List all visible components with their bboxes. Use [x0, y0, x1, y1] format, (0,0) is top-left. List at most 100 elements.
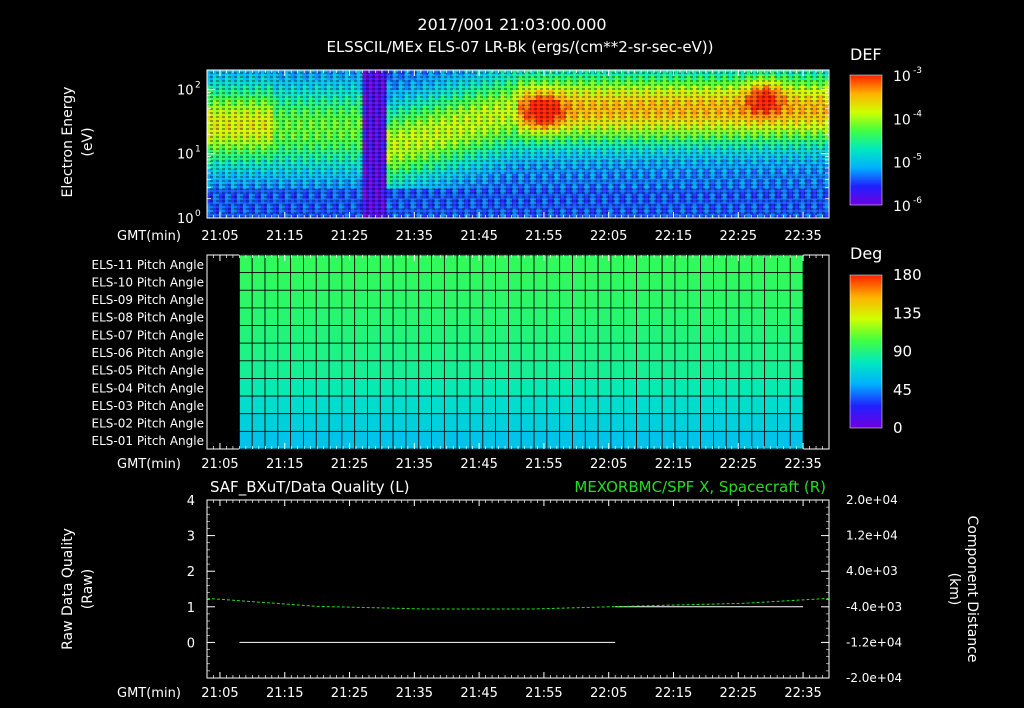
distance-series-line — [206, 597, 830, 610]
pitch-angle-cell — [431, 413, 445, 432]
pitch-angle-cell — [315, 395, 330, 415]
pitch-angle-cell — [777, 395, 791, 415]
pitch-angle-cell — [290, 254, 304, 274]
pitch-angle-row-label: ELS-06 Pitch Angle — [92, 346, 204, 360]
quality-axis-unit: (Raw) — [80, 569, 96, 609]
plot-title: 2017/001 21:03:00.000 — [417, 15, 606, 34]
pitch-angle-cell — [520, 325, 535, 344]
pitch-angle-cell — [367, 430, 381, 450]
pitch-angle-cell — [469, 430, 484, 450]
pitch-angle-cell — [264, 342, 279, 362]
pitch-angle-cell — [303, 272, 317, 291]
quality-axis-ticks: 0 1 2 3 4 — [187, 494, 215, 679]
deg-colorbar-label: 45 — [893, 381, 912, 399]
time-tick-label: 22:05 — [590, 229, 627, 244]
pitch-angle-cell — [290, 307, 304, 326]
pitch-angle-cell — [623, 325, 637, 344]
pitch-angle-cell — [469, 378, 484, 397]
pitch-angle-cell — [443, 289, 458, 309]
pitch-angle-cell — [789, 413, 804, 432]
pitch-angle-cell — [431, 307, 445, 326]
pitch-angle-cell — [764, 360, 778, 379]
pitch-angle-cell — [290, 360, 304, 379]
deg-colorbar-bar — [849, 274, 883, 429]
pitch-angle-cell — [789, 395, 804, 415]
pitch-angle-cell — [636, 378, 650, 397]
pitch-angle-cell — [469, 360, 484, 379]
pitch-angle-cell — [738, 272, 753, 291]
pitch-angle-cell — [764, 378, 778, 397]
pitch-angle-cell — [418, 360, 432, 379]
pitch-angle-cell — [418, 342, 432, 362]
pitch-angle-cell — [238, 395, 253, 415]
pitch-angle-cell — [277, 378, 292, 397]
pitch-angle-cell — [341, 430, 356, 450]
deg-colorbar-label: 0 — [893, 419, 903, 437]
distance-tick-label: 4.0e+03 — [846, 564, 898, 578]
deg-colorbar-labels: 180 135 90 45 0 — [893, 266, 922, 437]
pitch-angle-cell — [789, 325, 804, 344]
pitch-angle-cell — [431, 272, 445, 291]
pitch-angle-cell — [238, 342, 253, 362]
pitch-angle-cell — [648, 272, 663, 291]
pitch-angle-cell — [264, 325, 279, 344]
pitch-angle-cell — [610, 395, 625, 415]
pitch-angle-cell — [648, 378, 663, 397]
pitch-angle-cell — [546, 395, 561, 415]
pitch-angle-cell — [367, 289, 381, 309]
pitch-angle-cell — [751, 360, 766, 379]
pitch-angle-cell — [533, 272, 548, 291]
pitch-angle-cell — [354, 289, 368, 309]
pitch-angle-cell — [713, 360, 727, 379]
pitch-angle-cell — [674, 378, 689, 397]
pitch-angle-cell — [725, 413, 740, 432]
pitch-angle-cell — [636, 307, 650, 326]
pitch-angle-cell — [251, 325, 266, 344]
def-colorbar-label: 10 — [893, 156, 911, 172]
pitch-angle-cell — [572, 307, 586, 326]
pitch-angle-cell — [777, 413, 791, 432]
pitch-angle-cell — [264, 254, 279, 274]
pitch-angle-cell — [700, 378, 714, 397]
pitch-angle-cell — [367, 325, 381, 344]
pitch-angle-cell — [443, 360, 458, 379]
pitch-angle-row-label: ELS-02 Pitch Angle — [92, 417, 204, 431]
pitch-angle-cell — [789, 289, 804, 309]
pitch-angle-cell — [700, 413, 714, 432]
pitch-angle-cell — [392, 342, 407, 362]
def-colorbar-exponent: -4 — [913, 109, 922, 119]
pitch-angle-cell — [443, 378, 458, 397]
pitch-angle-cell — [456, 272, 471, 291]
def-colorbar-label: 10 — [893, 112, 911, 128]
pitch-angle-cell — [520, 272, 535, 291]
pitch-angle-cell — [418, 272, 432, 291]
pitch-angle-cell — [264, 360, 279, 379]
pitch-angle-cell — [290, 342, 304, 362]
pitch-angle-cell — [713, 272, 727, 291]
pitch-angle-cell — [495, 430, 509, 450]
pitch-angle-cell — [687, 325, 701, 344]
pitch-angle-cell — [456, 325, 471, 344]
time-tick-label: 22:35 — [784, 457, 821, 472]
pitch-angle-cell — [251, 342, 266, 362]
def-colorbar-exponent: -6 — [913, 196, 922, 206]
pitch-angle-cell — [520, 307, 535, 326]
pitch-angle-cell — [700, 325, 714, 344]
pitch-angle-cell — [341, 360, 356, 379]
pitch-angle-cell — [789, 342, 804, 362]
pitch-angle-cell — [379, 413, 394, 432]
pitch-angle-cell — [777, 325, 791, 344]
pitch-angle-cell — [520, 413, 535, 432]
pitch-angle-cell — [713, 289, 727, 309]
pitch-angle-cell — [443, 272, 458, 291]
pitch-angle-cell — [764, 272, 778, 291]
pitch-angle-cell — [290, 430, 304, 450]
pitch-angle-cell — [546, 413, 561, 432]
pitch-angle-cell — [341, 272, 356, 291]
deg-colorbar-label: 180 — [893, 266, 922, 284]
pitch-angle-cell — [559, 307, 573, 326]
pitch-angle-cell — [764, 342, 778, 362]
distance-tick-label: -1.2e+04 — [846, 635, 902, 649]
pitch-angle-cell — [725, 289, 740, 309]
def-colorbar-labels: 10 -310 -410 -510 -6 — [893, 66, 922, 215]
